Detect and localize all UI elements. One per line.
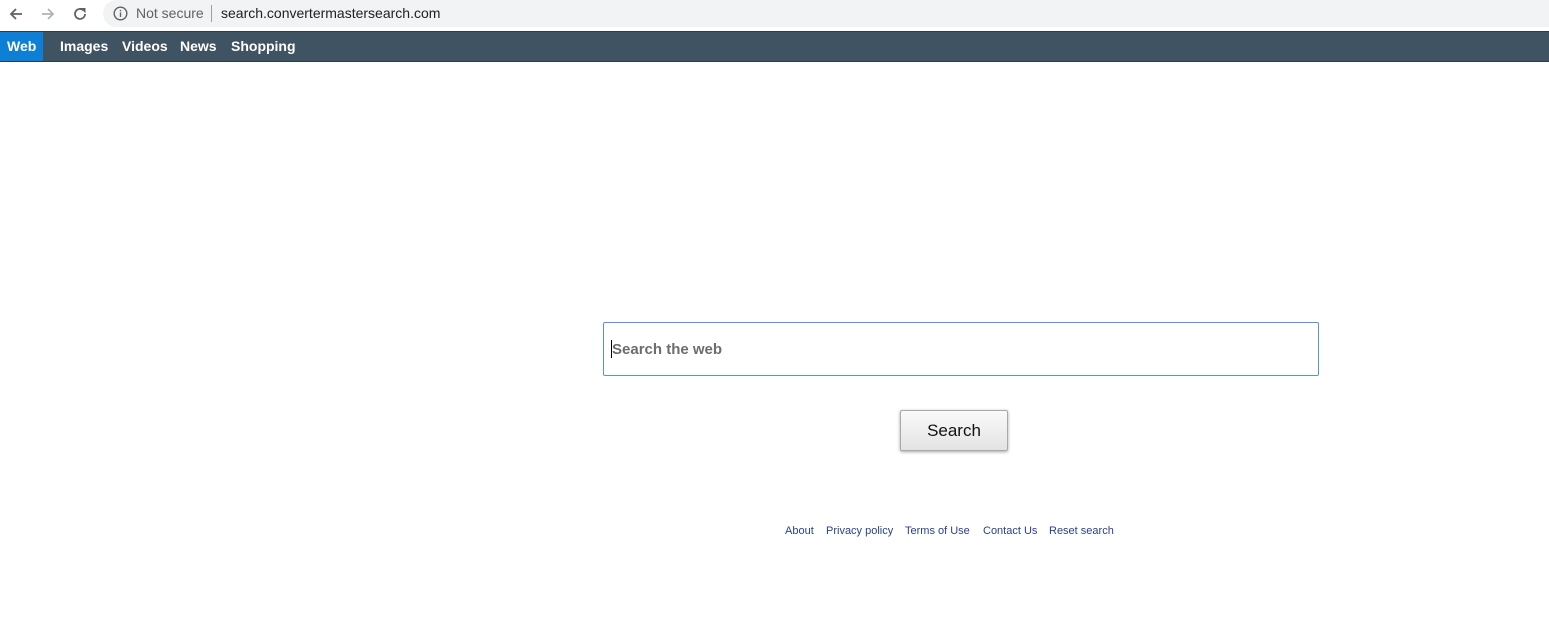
site-nav-bar: Web Images Videos News Shopping xyxy=(0,31,1549,62)
forward-arrow-icon xyxy=(42,8,55,20)
search-input[interactable] xyxy=(603,322,1319,376)
forward-button[interactable] xyxy=(36,3,60,25)
browser-toolbar: Not secure search.convertermastersearch.… xyxy=(0,0,1549,31)
reload-icon xyxy=(74,8,86,20)
text-caret xyxy=(611,340,612,358)
search-button[interactable]: Search xyxy=(900,410,1008,451)
footer-link-terms-of-use[interactable]: Terms of Use xyxy=(905,525,970,537)
back-button[interactable] xyxy=(4,3,28,25)
security-status[interactable]: Not secure xyxy=(136,5,204,22)
address-separator xyxy=(211,5,212,22)
tab-web[interactable]: Web xyxy=(0,32,44,61)
reload-button[interactable] xyxy=(68,3,92,25)
tab-news[interactable]: News xyxy=(180,32,217,61)
footer-link-about[interactable]: About xyxy=(785,525,814,537)
tab-videos[interactable]: Videos xyxy=(122,32,168,61)
url-text[interactable]: search.convertermastersearch.com xyxy=(221,5,440,22)
footer-link-privacy-policy[interactable]: Privacy policy xyxy=(826,525,893,537)
info-icon[interactable] xyxy=(113,6,128,21)
footer-links: About Privacy policy Terms of Use Contac… xyxy=(0,525,1549,540)
tab-images[interactable]: Images xyxy=(60,32,108,61)
tab-shopping[interactable]: Shopping xyxy=(231,32,296,61)
back-arrow-icon xyxy=(9,8,22,20)
footer-link-contact-us[interactable]: Contact Us xyxy=(983,525,1037,537)
footer-link-reset-search[interactable]: Reset search xyxy=(1049,525,1114,537)
address-bar[interactable]: Not secure search.convertermastersearch.… xyxy=(103,0,1549,27)
